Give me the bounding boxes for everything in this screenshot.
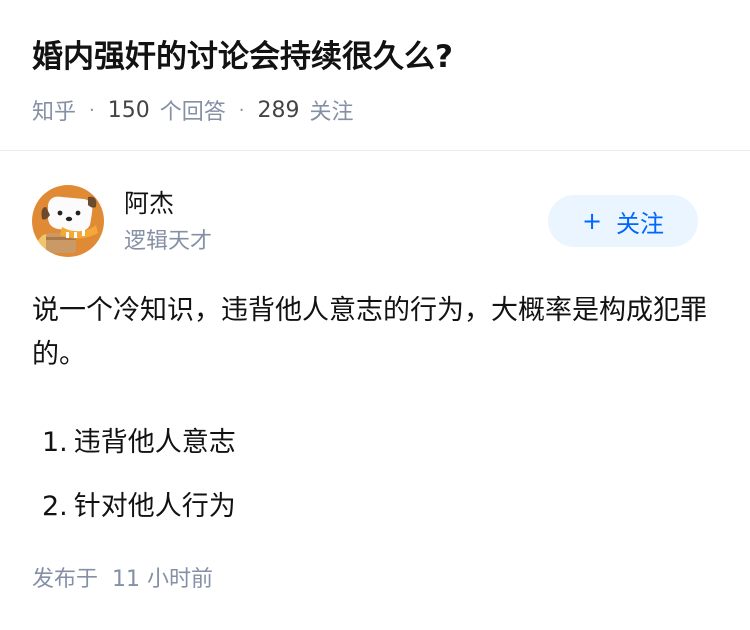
posted-time[interactable]: 发布于 11 小时前: [32, 563, 213, 597]
list-item-index: 2.: [42, 491, 68, 522]
list-item-text: 针对他人行为: [73, 491, 236, 522]
meta-separator: ·: [89, 99, 95, 121]
plus-icon: +: [581, 207, 603, 235]
author-bio: 逻辑天才: [124, 229, 213, 254]
answer-paragraph: 说一个冷知识，违背他人意志的行为，大概率是构成犯罪的。: [32, 295, 707, 370]
follower-count-label: 关注: [309, 100, 354, 125]
author-name[interactable]: 阿杰: [124, 186, 174, 222]
follow-button[interactable]: + 关注: [548, 195, 698, 247]
answer-count: 150: [107, 97, 150, 123]
list-item: 1. 违背他人意志: [42, 421, 236, 485]
question-meta: 知乎 · 150 个回答 · 289 关注: [32, 93, 354, 127]
follower-count: 289: [257, 97, 300, 123]
question-title[interactable]: 婚内强奸的讨论会持续很久么?: [32, 34, 453, 80]
list-item: 2. 针对他人行为: [42, 485, 236, 549]
author-avatar[interactable]: [32, 185, 104, 257]
source-label[interactable]: 知乎: [32, 94, 76, 126]
answer-list: 1. 违背他人意志 2. 针对他人行为: [42, 421, 236, 549]
list-item-text: 违背他人意志: [73, 427, 236, 458]
dog-avatar-icon: [32, 185, 104, 257]
posted-label: 发布于: [32, 567, 99, 592]
posted-time-value: 11 小时前: [112, 567, 214, 592]
meta-separator: ·: [238, 99, 245, 121]
question-header: 婚内强奸的讨论会持续很久么? 知乎 · 150 个回答 · 289 关注: [0, 0, 750, 151]
follow-button-label: 关注: [616, 209, 665, 238]
list-item-index: 1.: [42, 427, 68, 458]
answer-count-label: 个回答: [159, 100, 226, 125]
